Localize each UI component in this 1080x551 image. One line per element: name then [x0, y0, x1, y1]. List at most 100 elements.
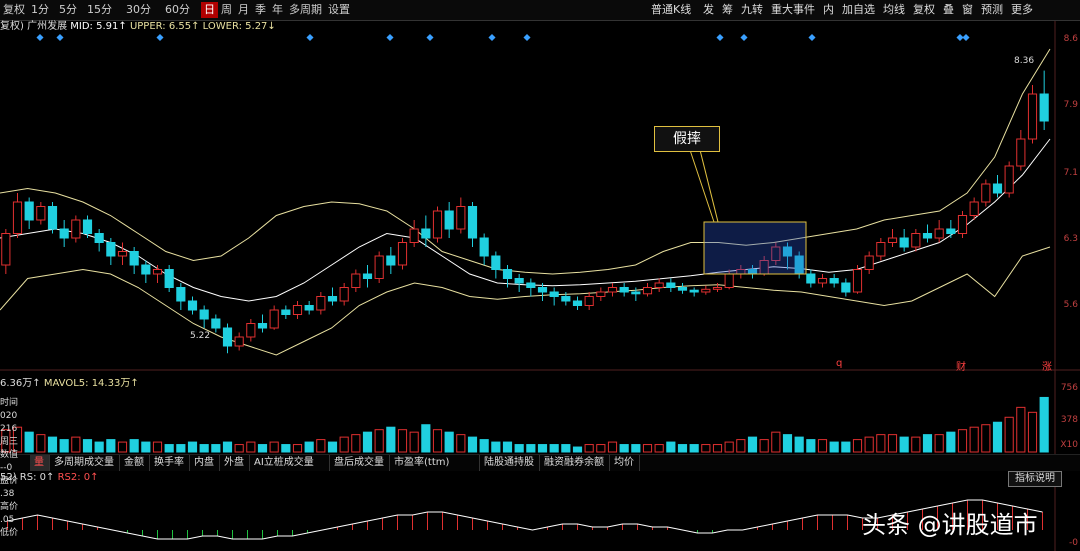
volume-bar-79 [922, 434, 933, 453]
toolbar-right-item-11[interactable]: 预测 [978, 2, 1008, 18]
candle-body-47 [549, 291, 559, 297]
indicator-explain-button[interactable]: 指标说明 [1008, 471, 1062, 487]
lower-value: LOWER: 5.27↓ [202, 21, 276, 32]
candle-body-42 [491, 255, 501, 270]
indicator-bar: 复权) 广州发展 MID: 5.91↑ UPPER: 6.55↑ LOWER: … [0, 20, 276, 34]
candle-body-62 [724, 273, 734, 288]
candle-body-54 [631, 291, 641, 295]
indicator-tab-5[interactable]: 外盘 [220, 455, 250, 471]
candle-body-1 [12, 201, 23, 234]
toolbar-right-item-9[interactable]: 叠 [940, 2, 959, 18]
volume-bar-2 [24, 431, 34, 453]
candle-body-89 [1039, 93, 1049, 122]
toolbar-item-12[interactable]: 设置 [325, 2, 353, 18]
candle-body-88 [1027, 93, 1038, 140]
volume-bar-57 [666, 441, 676, 453]
indicator-tab-0[interactable]: 量 [30, 455, 50, 471]
toolbar-item-3[interactable]: 15分 [84, 2, 123, 18]
toolbar-item-1[interactable]: 1分 [28, 2, 56, 18]
toolbar-item-11[interactable]: 多周期 [286, 2, 325, 18]
diamond-marker-0 [36, 33, 44, 42]
diamond-marker-6 [488, 33, 496, 42]
indicator-tab-2[interactable]: 金额 [120, 455, 150, 471]
candle-body-55 [642, 287, 653, 295]
candle-body-59 [689, 289, 699, 293]
toolbar-right-item-2[interactable]: 筹 [719, 2, 738, 18]
toolbar-item-7[interactable]: 周 [218, 2, 235, 18]
indicator-tab-7[interactable]: 盘后成交量 [330, 455, 390, 471]
indicator-tab-4[interactable]: 内盘 [190, 455, 220, 471]
candle-body-34 [397, 242, 408, 266]
volume-bar-41 [479, 439, 489, 453]
volume-bar-75 [876, 434, 886, 453]
candle-body-24 [281, 309, 291, 315]
mavol-value: MAVOL5: 14.33万↑ [43, 378, 139, 389]
toolbar-right-item-0[interactable]: 普通K线 [648, 2, 700, 18]
rs2-value: RS2: 0↑ [57, 472, 99, 483]
indicator-tab-1[interactable]: 多周期成交量 [50, 455, 120, 471]
volume-bar-47 [549, 444, 559, 453]
indicator-tab-10[interactable]: 融资融券余额 [540, 455, 610, 471]
toolbar-right-item-8[interactable]: 复权 [910, 2, 940, 18]
volume-bar-18 [211, 444, 221, 453]
toolbar-right-item-7[interactable]: 均线 [880, 2, 910, 18]
left-panel-line-7: .38 [0, 489, 15, 499]
toolbar-item-5[interactable]: 60分 [162, 2, 201, 18]
diamond-marker-4 [386, 33, 394, 42]
price-axis-label-0: 8.6 [1063, 34, 1078, 44]
candle-body-23 [269, 309, 279, 329]
toolbar-right-item-5[interactable]: 内 [820, 2, 839, 18]
volume-bar-38 [444, 431, 454, 453]
indicator-tab-11[interactable]: 均价 [610, 455, 640, 471]
candle-body-40 [467, 206, 478, 239]
watermark: 头条 @讲股道市 [862, 511, 1038, 539]
volume-bar-68 [794, 436, 804, 453]
volume-bar-24 [281, 444, 291, 453]
volume-bar-71 [829, 441, 839, 453]
toolbar-right-item-6[interactable]: 加自选 [839, 2, 880, 18]
volume-bar-31 [362, 431, 373, 453]
toolbar-right-item-12[interactable]: 更多 [1008, 2, 1038, 18]
stock-name: 广州发展 [27, 21, 68, 32]
volume-bar-54 [631, 444, 641, 453]
indicator-tab-8[interactable]: 市盈率(ttm) [390, 455, 480, 471]
toolbar-item-9[interactable]: 季 [252, 2, 269, 18]
volume-bar-20 [234, 444, 244, 453]
volume-bar-12 [141, 441, 151, 453]
toolbar-right-item-4[interactable]: 重大事件 [768, 2, 820, 18]
volume-bar-29 [339, 436, 349, 453]
candle-body-25 [292, 305, 303, 315]
volume-bar-8 [94, 441, 104, 453]
candle-body-3 [36, 206, 46, 221]
candle-body-39 [456, 206, 466, 230]
volume-bar-58 [677, 444, 688, 453]
volume-bar-4 [47, 436, 58, 453]
toolbar-item-10[interactable]: 年 [269, 2, 286, 18]
volume-bar-35 [409, 431, 419, 453]
volume-bar-51 [596, 444, 606, 453]
toolbar-right-item-10[interactable]: 窗 [959, 2, 978, 18]
candle-body-6 [71, 219, 81, 239]
diamond-marker-9 [740, 33, 748, 42]
toolbar-item-2[interactable]: 5分 [56, 2, 84, 18]
toolbar-item-6[interactable]: 日 [201, 2, 218, 18]
vol-axis-756: 756 [1060, 383, 1078, 393]
candle-body-43 [502, 269, 513, 279]
candle-body-79 [922, 233, 933, 239]
candle-body-14 [164, 269, 174, 288]
candle-body-84 [981, 183, 991, 203]
volume-bar-50 [584, 444, 594, 453]
toolbar-item-8[interactable]: 月 [235, 2, 252, 18]
toolbar-right-item-1[interactable]: 发 [700, 2, 719, 18]
candle-body-49 [572, 300, 583, 306]
toolbar-item-4[interactable]: 30分 [123, 2, 162, 18]
indicator-tab-9[interactable]: 陆股通持股 [480, 455, 540, 471]
toolbar-item-0[interactable]: 复权 [0, 2, 28, 18]
toolbar-right-item-3[interactable]: 九转 [738, 2, 768, 18]
callout-line-1 [689, 149, 715, 223]
candle-body-31 [362, 273, 373, 279]
volume-bar-77 [899, 436, 909, 453]
indicator-tab-3[interactable]: 换手率 [150, 455, 190, 471]
indicator-tab-6[interactable]: AI立桩成交量 [250, 455, 330, 471]
candle-body-37 [432, 210, 443, 239]
